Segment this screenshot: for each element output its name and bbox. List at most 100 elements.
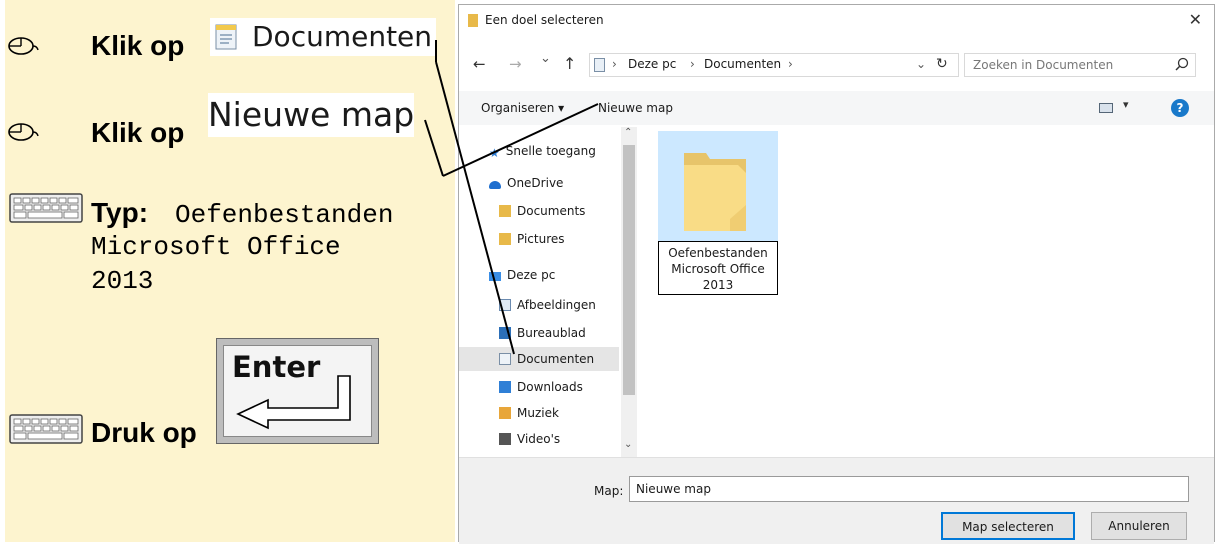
new-folder-button[interactable]: Nieuwe map <box>598 101 673 115</box>
chevron-down-icon[interactable]: ▾ <box>1123 98 1129 111</box>
star-icon: ★ <box>489 146 500 160</box>
mouse-icon <box>7 36 39 56</box>
nav-item-downloads[interactable]: Downloads <box>499 375 583 399</box>
scroll-thumb[interactable] <box>623 145 635 395</box>
recent-locations-icon[interactable]: ⌄ <box>540 51 551 66</box>
folder-icon <box>468 14 478 27</box>
keyboard-icon <box>9 193 83 223</box>
documents-icon <box>499 353 511 365</box>
music-icon <box>499 407 511 419</box>
nav-scrollbar[interactable]: ⌃ ⌄ <box>621 127 637 457</box>
computer-icon <box>489 272 501 281</box>
folder-name-edit-box[interactable]: Oefenbestanden Microsoft Office 2013 <box>658 241 778 295</box>
nav-item-label: Pictures <box>517 232 565 246</box>
scroll-up-icon[interactable]: ⌃ <box>624 127 632 138</box>
step1-prefix: Klik op <box>91 30 185 61</box>
documents-icon <box>594 58 605 72</box>
map-input-value: Nieuwe map <box>636 482 711 496</box>
step4-prefix: Druk op <box>91 417 197 448</box>
nav-item-videos[interactable]: Video's <box>499 427 560 451</box>
cancel-button[interactable]: Annuleren <box>1091 512 1187 540</box>
nav-item-label: Deze pc <box>507 268 556 282</box>
nav-item-label: Bureaublad <box>517 326 586 340</box>
nav-item-bureaublad[interactable]: Bureaublad <box>499 321 586 345</box>
folder-name-line3: 2013 <box>702 278 734 292</box>
cancel-button-label: Annuleren <box>1108 519 1170 533</box>
step3-text-line3: 2013 <box>91 266 154 296</box>
back-arrow-icon[interactable]: ← <box>473 55 486 73</box>
dialog-footer: Map: Nieuwe map Map selecteren Annuleren <box>459 457 1214 544</box>
select-folder-button-label: Map selecteren <box>962 520 1054 534</box>
downloads-icon <box>499 381 511 393</box>
chevron-down-icon[interactable]: ⌄ <box>916 57 926 71</box>
nav-item-label: Afbeeldingen <box>517 298 596 312</box>
help-icon[interactable]: ? <box>1171 99 1189 117</box>
breadcrumb-documenten[interactable]: Documenten <box>704 57 781 71</box>
refresh-icon[interactable]: ↻ <box>936 56 948 72</box>
content-pane: Oefenbestanden Microsoft Office 2013 <box>639 127 1214 457</box>
cloud-icon <box>489 181 501 189</box>
nieuwe-map-button-image: Nieuwe map <box>208 93 414 137</box>
step3-prefix: Typ: <box>91 197 149 228</box>
address-bar: ← → ⌄ ↑ › Deze pc › Documenten › ⌄ ↻ Zoe… <box>459 49 1214 83</box>
close-icon[interactable]: ✕ <box>1189 10 1202 29</box>
view-options-icon[interactable] <box>1099 103 1113 113</box>
step2-prefix: Klik op <box>91 117 185 148</box>
map-input[interactable]: Nieuwe map <box>629 476 1189 502</box>
nav-item-deze-pc[interactable]: Deze pc <box>489 263 555 287</box>
pictures-icon <box>499 299 511 311</box>
search-icon <box>1175 57 1189 71</box>
command-bar: Organiseren ▾ Nieuwe map ▾ ? <box>459 91 1214 125</box>
path-box[interactable]: › Deze pc › Documenten › ⌄ ↻ <box>589 53 959 77</box>
folder-name-line1: Oefenbestanden <box>668 246 768 260</box>
nav-item-onedrive[interactable]: OneDrive <box>489 171 563 195</box>
documenten-button-image: Documenten <box>210 18 436 56</box>
nav-item-snelle-toegang[interactable]: ★ Snelle toegang <box>489 139 596 163</box>
nav-item-pictures[interactable]: Pictures <box>499 227 565 251</box>
nav-item-documents[interactable]: Documents <box>499 199 585 223</box>
folder-icon <box>684 153 746 231</box>
breadcrumb-sep-3: › <box>788 57 793 71</box>
nav-item-label: OneDrive <box>507 176 564 190</box>
map-label: Map: <box>594 484 624 498</box>
new-folder-item[interactable] <box>658 131 778 241</box>
nav-item-label: Muziek <box>517 406 559 420</box>
folder-icon <box>499 233 511 245</box>
desktop-icon <box>499 327 511 339</box>
breadcrumb-sep-1: › <box>612 57 617 71</box>
nav-item-label: Snelle toegang <box>505 144 596 158</box>
scroll-down-icon[interactable]: ⌄ <box>624 439 632 450</box>
documents-icon <box>214 24 238 50</box>
enter-key-image: Enter <box>216 338 379 444</box>
select-folder-dialog: Een doel selecteren ✕ ← → ⌄ ↑ › Deze pc … <box>458 4 1215 544</box>
instruction-panel: Klik op Documenten Klik op Nieuwe map Ty… <box>5 0 455 542</box>
select-folder-button[interactable]: Map selecteren <box>941 512 1075 540</box>
nav-item-documenten[interactable]: Documenten <box>459 347 619 371</box>
forward-arrow-icon[interactable]: → <box>509 55 522 73</box>
organize-button[interactable]: Organiseren ▾ <box>481 101 564 115</box>
step3-text-line1: Oefenbestanden <box>175 200 394 230</box>
search-input[interactable]: Zoeken in Documenten <box>973 58 1113 72</box>
dialog-title: Een doel selecteren <box>485 13 604 27</box>
step3-text-line2: Microsoft Office <box>91 232 341 262</box>
nav-item-label: Documenten <box>517 352 595 366</box>
folder-icon <box>499 205 511 217</box>
nav-item-label: Video's <box>517 432 561 446</box>
breadcrumb-deze-pc[interactable]: Deze pc <box>628 57 676 71</box>
nav-item-afbeeldingen[interactable]: Afbeeldingen <box>499 293 596 317</box>
video-icon <box>499 433 511 445</box>
folder-name-line2: Microsoft Office <box>671 262 765 276</box>
breadcrumb-sep-2: › <box>690 57 695 71</box>
keyboard-icon <box>9 414 83 444</box>
nieuwe-map-button-label: Nieuwe map <box>208 95 415 134</box>
title-bar: Een doel selecteren ✕ <box>459 5 1214 35</box>
nav-item-label: Documents <box>517 204 586 218</box>
navigation-pane: ★ Snelle toegang OneDrive Documents Pictu… <box>459 127 637 457</box>
nav-item-label: Downloads <box>517 380 583 394</box>
mouse-icon <box>7 122 39 142</box>
enter-arrow-icon <box>236 375 351 430</box>
up-arrow-icon[interactable]: ↑ <box>563 54 576 73</box>
search-box[interactable]: Zoeken in Documenten <box>964 53 1196 77</box>
nav-item-muziek[interactable]: Muziek <box>499 401 559 425</box>
documenten-button-label: Documenten <box>252 20 433 53</box>
